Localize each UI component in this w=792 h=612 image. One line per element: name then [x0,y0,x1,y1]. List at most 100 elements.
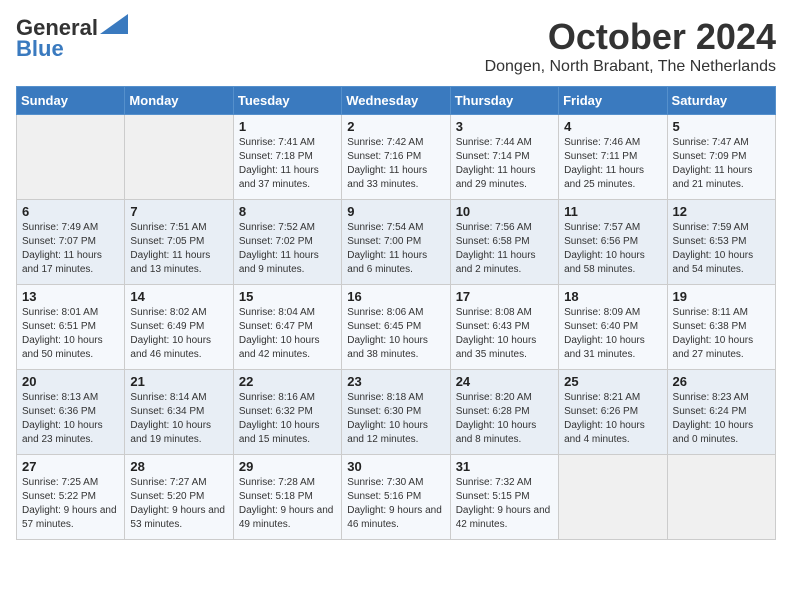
calendar-cell: 18Sunrise: 8:09 AMSunset: 6:40 PMDayligh… [559,285,667,370]
day-info: Sunrise: 7:47 AMSunset: 7:09 PMDaylight:… [673,136,770,192]
calendar-row-3: 13 Sunrise: 8:01 AMSunset: 6:51 PMDayligh… [17,285,776,370]
calendar-cell [667,455,775,540]
calendar-cell: 15Sunrise: 8:04 AMSunset: 6:47 PMDayligh… [233,285,341,370]
calendar-row-1: 1Sunrise: 7:41 AMSunset: 7:18 PMDaylight… [17,115,776,200]
day-info: Sunrise: 7:49 AMSunset: 7:07 PMDaylight:… [22,221,119,277]
day-number: 17 [456,289,553,304]
day-number: 13 [22,289,119,304]
calendar-table: SundayMondayTuesdayWednesdayThursdayFrid… [16,86,776,540]
day-number: 28 [130,459,227,474]
calendar-cell: 24 Sunrise: 8:20 AMSunset: 6:28 PMDayligh… [450,370,558,455]
day-number: 6 [22,204,119,219]
header-cell-friday: Friday [559,87,667,115]
day-number: 10 [456,204,553,219]
calendar-cell: 5 Sunrise: 7:47 AMSunset: 7:09 PMDaylight… [667,115,775,200]
calendar-cell: 22 Sunrise: 8:16 AMSunset: 6:32 PMDayligh… [233,370,341,455]
calendar-cell [559,455,667,540]
day-info: Sunrise: 7:28 AMSunset: 5:18 PMDaylight:… [239,476,336,532]
day-number: 30 [347,459,444,474]
calendar-cell: 17 Sunrise: 8:08 AMSunset: 6:43 PMDayligh… [450,285,558,370]
day-number: 26 [673,374,770,389]
calendar-cell: 2Sunrise: 7:42 AMSunset: 7:16 PMDaylight… [342,115,450,200]
day-info: Sunrise: 8:23 AMSunset: 6:24 PMDaylight:… [673,391,770,447]
calendar-cell: 29 Sunrise: 7:28 AMSunset: 5:18 PMDayligh… [233,455,341,540]
day-info: Sunrise: 8:16 AMSunset: 6:32 PMDaylight:… [239,391,336,447]
calendar-cell: 19 Sunrise: 8:11 AMSunset: 6:38 PMDayligh… [667,285,775,370]
day-info: Sunrise: 8:06 AMSunset: 6:45 PMDaylight:… [347,306,444,362]
day-number: 7 [130,204,227,219]
calendar-cell: 28 Sunrise: 7:27 AMSunset: 5:20 PMDayligh… [125,455,233,540]
header-cell-thursday: Thursday [450,87,558,115]
day-number: 23 [347,374,444,389]
day-info: Sunrise: 8:01 AMSunset: 6:51 PMDaylight:… [22,306,119,362]
day-info: Sunrise: 7:46 AMSunset: 7:11 PMDaylight:… [564,136,661,192]
day-number: 20 [22,374,119,389]
day-info: Sunrise: 8:18 AMSunset: 6:30 PMDaylight:… [347,391,444,447]
header-cell-tuesday: Tuesday [233,87,341,115]
calendar-cell: 1Sunrise: 7:41 AMSunset: 7:18 PMDaylight… [233,115,341,200]
day-number: 9 [347,204,444,219]
header-row: SundayMondayTuesdayWednesdayThursdayFrid… [17,87,776,115]
day-info: Sunrise: 8:11 AMSunset: 6:38 PMDaylight:… [673,306,770,362]
day-number: 21 [130,374,227,389]
day-info: Sunrise: 7:41 AMSunset: 7:18 PMDaylight:… [239,136,336,192]
logo-blue-text: Blue [16,36,64,62]
month-title: October 2024 [485,16,776,58]
calendar-cell: 27Sunrise: 7:25 AMSunset: 5:22 PMDayligh… [17,455,125,540]
calendar-cell: 10 Sunrise: 7:56 AMSunset: 6:58 PMDayligh… [450,200,558,285]
day-info: Sunrise: 7:30 AMSunset: 5:16 PMDaylight:… [347,476,444,532]
calendar-cell [125,115,233,200]
calendar-cell: 8Sunrise: 7:52 AMSunset: 7:02 PMDaylight… [233,200,341,285]
calendar-cell: 3Sunrise: 7:44 AMSunset: 7:14 PMDaylight… [450,115,558,200]
calendar-cell: 12 Sunrise: 7:59 AMSunset: 6:53 PMDayligh… [667,200,775,285]
day-info: Sunrise: 8:20 AMSunset: 6:28 PMDaylight:… [456,391,553,447]
title-area: October 2024 Dongen, North Brabant, The … [485,16,776,76]
day-info: Sunrise: 8:14 AMSunset: 6:34 PMDaylight:… [130,391,227,447]
day-info: Sunrise: 8:08 AMSunset: 6:43 PMDaylight:… [456,306,553,362]
day-number: 19 [673,289,770,304]
day-info: Sunrise: 7:59 AMSunset: 6:53 PMDaylight:… [673,221,770,277]
calendar-cell: 13 Sunrise: 8:01 AMSunset: 6:51 PMDayligh… [17,285,125,370]
day-number: 29 [239,459,336,474]
day-info: Sunrise: 7:44 AMSunset: 7:14 PMDaylight:… [456,136,553,192]
day-info: Sunrise: 7:54 AMSunset: 7:00 PMDaylight:… [347,221,444,277]
day-number: 11 [564,204,661,219]
calendar-cell: 11Sunrise: 7:57 AMSunset: 6:56 PMDayligh… [559,200,667,285]
calendar-cell: 31 Sunrise: 7:32 AMSunset: 5:15 PMDayligh… [450,455,558,540]
calendar-cell: 30 Sunrise: 7:30 AMSunset: 5:16 PMDayligh… [342,455,450,540]
day-number: 5 [673,119,770,134]
day-number: 22 [239,374,336,389]
calendar-cell: 25 Sunrise: 8:21 AMSunset: 6:26 PMDayligh… [559,370,667,455]
calendar-cell: 20Sunrise: 8:13 AMSunset: 6:36 PMDayligh… [17,370,125,455]
header-cell-saturday: Saturday [667,87,775,115]
calendar-cell: 21 Sunrise: 8:14 AMSunset: 6:34 PMDayligh… [125,370,233,455]
calendar-row-4: 20Sunrise: 8:13 AMSunset: 6:36 PMDayligh… [17,370,776,455]
day-number: 4 [564,119,661,134]
day-info: Sunrise: 8:21 AMSunset: 6:26 PMDaylight:… [564,391,661,447]
calendar-cell: 9 Sunrise: 7:54 AMSunset: 7:00 PMDaylight… [342,200,450,285]
day-info: Sunrise: 8:04 AMSunset: 6:47 PMDaylight:… [239,306,336,362]
day-number: 2 [347,119,444,134]
logo: General Blue [16,16,128,62]
day-number: 8 [239,204,336,219]
day-info: Sunrise: 7:32 AMSunset: 5:15 PMDaylight:… [456,476,553,532]
calendar-cell: 14 Sunrise: 8:02 AMSunset: 6:49 PMDayligh… [125,285,233,370]
day-number: 12 [673,204,770,219]
day-info: Sunrise: 8:02 AMSunset: 6:49 PMDaylight:… [130,306,227,362]
day-info: Sunrise: 7:27 AMSunset: 5:20 PMDaylight:… [130,476,227,532]
day-number: 31 [456,459,553,474]
day-number: 24 [456,374,553,389]
header-cell-sunday: Sunday [17,87,125,115]
day-number: 14 [130,289,227,304]
location: Dongen, North Brabant, The Netherlands [485,58,776,76]
calendar-cell: 6 Sunrise: 7:49 AMSunset: 7:07 PMDaylight… [17,200,125,285]
calendar-cell [17,115,125,200]
calendar-cell: 26 Sunrise: 8:23 AMSunset: 6:24 PMDayligh… [667,370,775,455]
day-number: 25 [564,374,661,389]
day-number: 16 [347,289,444,304]
day-info: Sunrise: 8:09 AMSunset: 6:40 PMDaylight:… [564,306,661,362]
calendar-cell: 23 Sunrise: 8:18 AMSunset: 6:30 PMDayligh… [342,370,450,455]
day-number: 27 [22,459,119,474]
page-header: General Blue October 2024 Dongen, North … [16,16,776,76]
day-info: Sunrise: 7:56 AMSunset: 6:58 PMDaylight:… [456,221,553,277]
